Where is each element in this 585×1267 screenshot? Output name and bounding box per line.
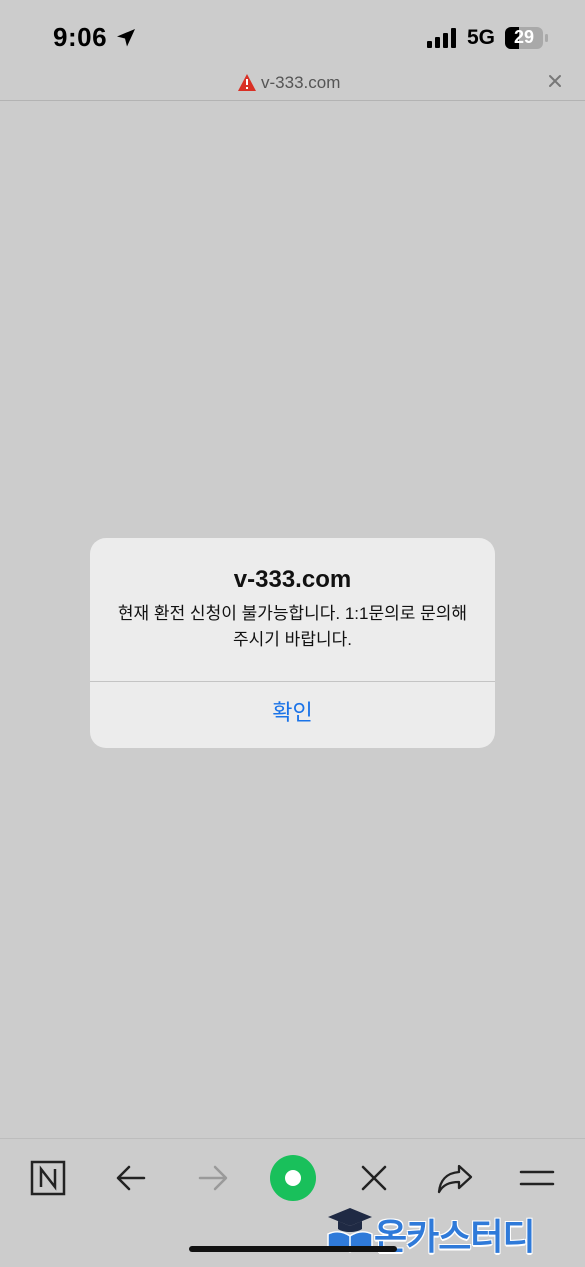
watermark-text: 온카스터디	[374, 1216, 536, 1257]
location-arrow-icon	[117, 29, 135, 47]
url-bar[interactable]: v-333.com	[0, 70, 585, 101]
signal-icon	[427, 28, 456, 48]
battery-level: 29	[513, 27, 535, 47]
url-text[interactable]: v-333.com	[261, 73, 340, 93]
close-x-icon[interactable]	[354, 1158, 394, 1198]
network-type: 5G	[467, 26, 496, 49]
forward-arrow-icon[interactable]	[193, 1158, 233, 1198]
status-bar: 9:06 5G 29	[0, 0, 585, 70]
home-indicator[interactable]	[189, 1246, 397, 1252]
alert-dialog: v-333.com 현재 환전 신청이 불가능합니다. 1:1문의로 문의해 주…	[90, 538, 495, 748]
confirm-button[interactable]: 확인	[90, 682, 495, 748]
close-icon[interactable]	[545, 71, 565, 91]
menu-icon[interactable]	[517, 1158, 557, 1198]
status-time: 9:06	[53, 22, 108, 52]
back-arrow-icon[interactable]	[111, 1158, 151, 1198]
dialog-title: v-333.com	[233, 566, 352, 593]
green-dot-icon[interactable]	[266, 1151, 320, 1205]
warning-icon	[238, 74, 256, 91]
dialog-message: 현재 환전 신청이 불가능합니다. 1:1문의로 문의해 주시기 바랍니다.	[117, 604, 468, 649]
share-icon[interactable]	[435, 1158, 475, 1198]
naver-n-icon[interactable]	[28, 1158, 68, 1198]
